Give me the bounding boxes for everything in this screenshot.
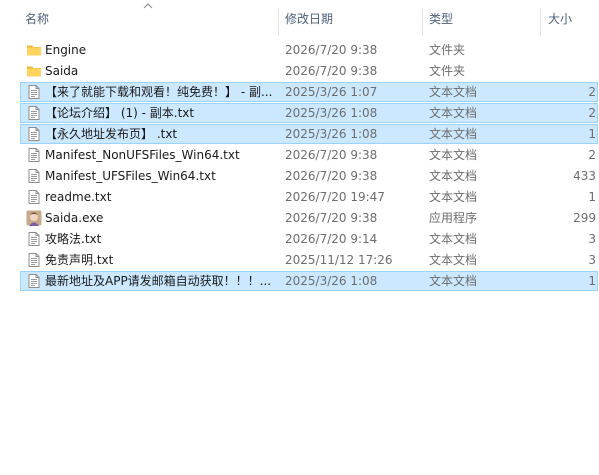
file-size: 3 xyxy=(588,232,596,246)
file-explorer-window: 名称 修改日期 类型 大小 Engine 2026/7/20 9:38 文件夹 Sai… xyxy=(0,0,599,475)
file-name: readme.txt xyxy=(45,190,112,204)
column-divider[interactable] xyxy=(278,8,279,36)
file-name: 免责声明.txt xyxy=(45,253,114,267)
file-type: 文本文档 xyxy=(429,169,478,183)
file-type: 文本文档 xyxy=(429,190,478,204)
file-row[interactable]: 免责声明.txt 2025/11/12 17:26 文本文档 3 xyxy=(20,250,598,270)
file-name: Saida.exe xyxy=(45,211,104,225)
file-type: 文本文档 xyxy=(429,253,478,267)
column-header-size[interactable]: 大小 xyxy=(543,0,599,36)
text-file-icon xyxy=(26,252,42,268)
file-modified-date: 2025/11/12 17:26 xyxy=(285,253,393,267)
column-divider[interactable] xyxy=(422,8,423,36)
file-name: Manifest_NonUFSFiles_Win64.txt xyxy=(45,148,240,162)
file-type: 文件夹 xyxy=(429,64,466,78)
file-row[interactable]: 【来了就能下载和观看！纯免费！】 - 副... 2025/3/26 1:07 文本文… xyxy=(20,82,598,102)
text-file-icon xyxy=(26,168,42,184)
text-file-icon xyxy=(26,189,42,205)
column-header-name[interactable]: 名称 xyxy=(20,0,278,36)
file-size: 299 xyxy=(573,211,596,225)
file-row[interactable]: 【论坛介绍】 (1) - 副本.txt 2025/3/26 1:08 文本文档 2 xyxy=(20,103,598,123)
file-name: 【来了就能下载和观看！纯免费！】 - 副... xyxy=(45,85,273,99)
file-modified-date: 2025/3/26 1:08 xyxy=(285,127,378,141)
file-modified-date: 2025/3/26 1:07 xyxy=(285,85,378,99)
text-file-icon xyxy=(26,147,42,163)
file-modified-date: 2025/3/26 1:08 xyxy=(285,106,378,120)
file-modified-date: 2026/7/20 9:38 xyxy=(285,64,378,78)
file-type: 文件夹 xyxy=(429,43,466,57)
file-row[interactable]: 攻略法.txt 2026/7/20 9:14 文本文档 3 xyxy=(20,229,598,249)
file-name: 【永久地址发布页】 .txt xyxy=(45,127,178,141)
file-type: 文本文档 xyxy=(429,232,478,246)
file-type: 文本文档 xyxy=(429,148,478,162)
text-file-icon xyxy=(26,105,42,121)
file-type: 应用程序 xyxy=(429,211,478,225)
file-size: 3 xyxy=(588,253,596,267)
text-file-icon xyxy=(26,273,42,289)
file-size xyxy=(541,41,596,59)
file-size: 1 xyxy=(588,127,596,141)
file-size: 2 xyxy=(588,106,596,120)
file-type: 文本文档 xyxy=(429,106,478,120)
column-header-bar: 名称 修改日期 类型 大小 xyxy=(0,0,599,36)
file-row[interactable]: Manifest_UFSFiles_Win64.txt 2026/7/20 9:3… xyxy=(20,166,598,186)
folder-icon xyxy=(26,63,42,79)
file-type: 文本文档 xyxy=(429,274,478,288)
file-row[interactable]: Engine 2026/7/20 9:38 文件夹 xyxy=(20,40,598,60)
file-row[interactable]: Manifest_NonUFSFiles_Win64.txt 2026/7/20 … xyxy=(20,145,598,165)
file-size: 1 xyxy=(588,190,596,204)
text-file-icon xyxy=(26,231,42,247)
file-type: 文本文档 xyxy=(429,127,478,141)
text-file-icon xyxy=(26,84,42,100)
file-row[interactable]: readme.txt 2026/7/20 19:47 文本文档 1 xyxy=(20,187,598,207)
file-modified-date: 2026/7/20 9:38 xyxy=(285,169,378,183)
column-header-type[interactable]: 类型 xyxy=(424,0,540,36)
file-modified-date: 2026/7/20 9:14 xyxy=(285,232,378,246)
file-size: 1 xyxy=(588,274,596,288)
file-modified-date: 2026/7/20 9:38 xyxy=(285,148,378,162)
file-name: 【论坛介绍】 (1) - 副本.txt xyxy=(45,106,195,120)
file-row[interactable]: 【永久地址发布页】 .txt 2025/3/26 1:08 文本文档 1 xyxy=(20,124,598,144)
app-avatar-icon xyxy=(26,210,42,226)
file-name: 最新地址及APP请发邮箱自动获取！！！... xyxy=(45,274,272,288)
file-modified-date: 2026/7/20 19:47 xyxy=(285,190,385,204)
file-size: 2 xyxy=(588,148,596,162)
column-divider[interactable] xyxy=(540,8,541,36)
file-name: 攻略法.txt xyxy=(45,232,102,246)
file-modified-date: 2025/3/26 1:08 xyxy=(285,274,378,288)
file-type: 文本文档 xyxy=(429,85,478,99)
file-name: Saida xyxy=(45,64,79,78)
file-size xyxy=(541,62,596,80)
file-row[interactable]: Saida 2026/7/20 9:38 文件夹 xyxy=(20,61,598,81)
file-size: 433 xyxy=(573,169,596,183)
file-modified-date: 2026/7/20 9:38 xyxy=(285,43,378,57)
text-file-icon xyxy=(26,126,42,142)
file-row[interactable]: Saida.exe 2026/7/20 9:38 应用程序 299 xyxy=(20,208,598,228)
file-modified-date: 2026/7/20 9:38 xyxy=(285,211,378,225)
column-header-date[interactable]: 修改日期 xyxy=(280,0,422,36)
file-name: Manifest_UFSFiles_Win64.txt xyxy=(45,169,216,183)
folder-icon xyxy=(26,42,42,58)
file-row[interactable]: 最新地址及APP请发邮箱自动获取！！！... 2025/3/26 1:08 文本文档… xyxy=(20,271,598,291)
file-size: 2 xyxy=(588,85,596,99)
file-name: Engine xyxy=(45,43,87,57)
